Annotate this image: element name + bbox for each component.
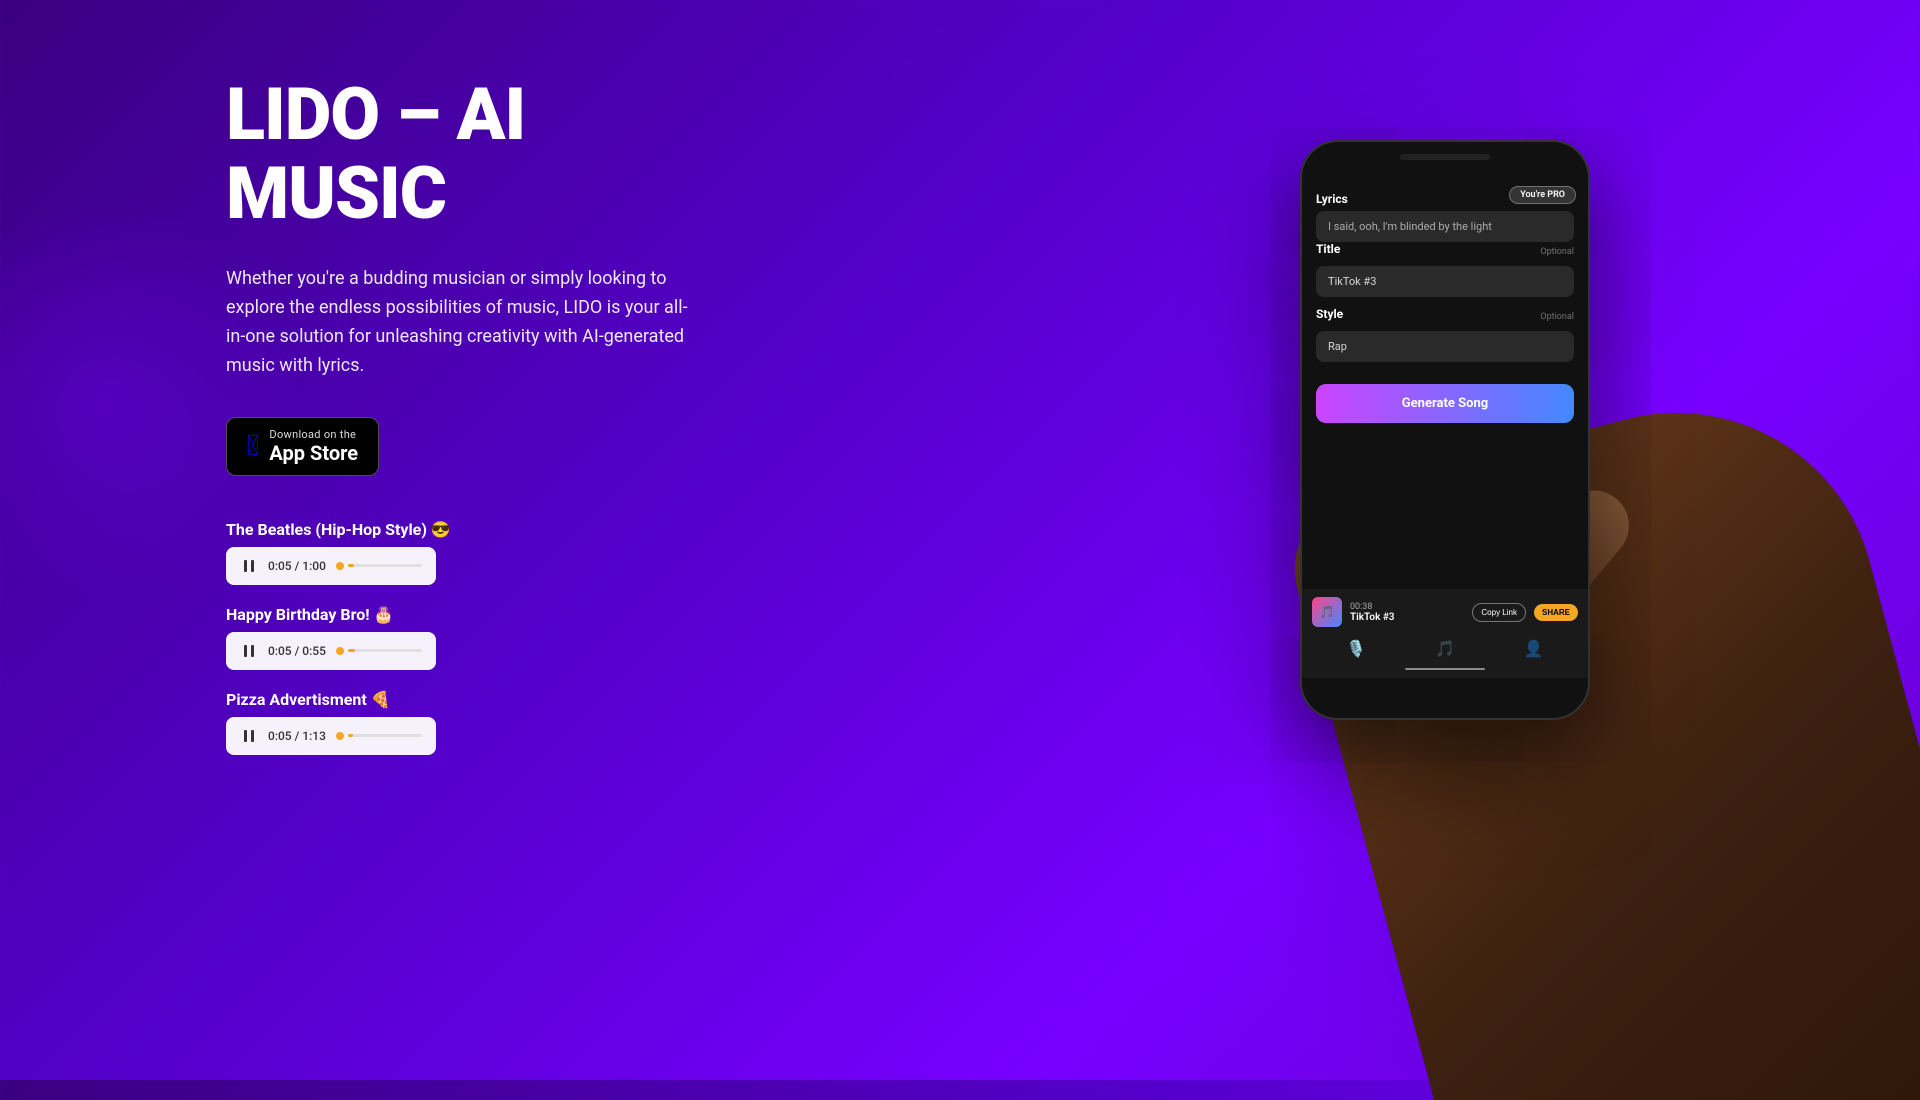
player-progress-1[interactable] [336,562,422,570]
player-dot-1 [336,562,344,570]
player-track-fill-3 [348,734,353,737]
app-store-download-text: Download on the [269,428,358,441]
app-store-button[interactable]:  Download on the App Store [226,417,379,476]
left-section: LIDO – AI MUSIC Whether you're a budding… [226,75,826,755]
player-bar-3[interactable]: 0:05 / 1:13 [226,717,436,755]
player-bar-1[interactable]: 0:05 / 1:00 [226,547,436,585]
phone-track-time: 00:38 [1350,602,1464,612]
track-item-1: The Beatles (Hip-Hop Style) 😎 0:05 / 1:0… [226,520,826,585]
title-label: Title [1316,242,1340,256]
phone-notch [1400,154,1490,160]
pause-icon-2[interactable] [240,642,258,660]
pause-icon-1[interactable] [240,557,258,575]
player-time-3: 0:05 / 1:13 [268,729,326,743]
phone-progress-line [1405,668,1485,670]
hero-title-line2: MUSIC [226,151,446,236]
player-track-fill-2 [348,649,355,652]
phone-track-name: TikTok #3 [1350,612,1464,623]
player-track-line-3 [348,734,422,737]
track-title-2: Happy Birthday Bro! 🎂 [226,605,826,624]
style-optional: Optional [1540,312,1574,322]
player-track-line-2 [348,649,422,652]
style-label: Style [1316,307,1343,321]
phone-track-info: 00:38 TikTok #3 [1350,602,1464,623]
phone-screen: You're PRO Lyrics I said, ooh, I'm blind… [1302,174,1588,718]
hero-title: LIDO – AI MUSIC [226,75,826,233]
hero-title-line1: LIDO – AI [226,72,525,157]
phone-mockup: You're PRO Lyrics I said, ooh, I'm blind… [1300,140,1590,720]
app-store-btn-text: Download on the App Store [269,428,358,465]
lyrics-input[interactable]: I said, ooh, I'm blinded by the light [1316,211,1574,242]
title-optional: Optional [1540,247,1574,257]
style-label-row: Style Optional [1316,307,1574,326]
player-progress-2[interactable] [336,647,422,655]
share-button[interactable]: SHARE [1534,604,1578,621]
pro-badge: You're PRO [1509,186,1576,204]
nav-profile-icon[interactable]: 👤 [1524,639,1544,658]
player-dot-3 [336,732,344,740]
phone-nav: 🎙️ 🎵 👤 [1312,635,1578,662]
app-store-name: App Store [269,441,358,465]
track-list: The Beatles (Hip-Hop Style) 😎 0:05 / 1:0… [226,520,826,755]
nav-home-icon[interactable]: 🎙️ [1346,639,1366,658]
player-track-line-1 [348,564,422,567]
copy-link-button[interactable]: Copy Link [1472,603,1526,622]
title-input[interactable]: TikTok #3 [1316,266,1574,297]
player-time-1: 0:05 / 1:00 [268,559,326,573]
phone-track-thumb: 🎵 [1312,597,1342,627]
player-track-fill-1 [348,564,354,567]
phone-now-playing: 🎵 00:38 TikTok #3 Copy Link SHARE [1312,597,1578,627]
phone-bottom-bar: 🎵 00:38 TikTok #3 Copy Link SHARE 🎙️ 🎵 [1302,589,1588,678]
player-time-2: 0:05 / 0:55 [268,644,326,658]
apple-icon:  [247,432,259,460]
track-item-3: Pizza Advertisment 🍕 0:05 / 1:13 [226,690,826,755]
generate-song-button[interactable]: Generate Song [1316,384,1574,423]
player-dot-2 [336,647,344,655]
track-title-3: Pizza Advertisment 🍕 [226,690,826,709]
nav-music-icon[interactable]: 🎵 [1435,639,1455,658]
track-title-1: The Beatles (Hip-Hop Style) 😎 [226,520,826,539]
pause-icon-3[interactable] [240,727,258,745]
player-bar-2[interactable]: 0:05 / 0:55 [226,632,436,670]
track-item-2: Happy Birthday Bro! 🎂 0:05 / 0:55 [226,605,826,670]
phone-inner: You're PRO Lyrics I said, ooh, I'm blind… [1302,142,1588,718]
style-input[interactable]: Rap [1316,331,1574,362]
player-progress-3[interactable] [336,732,422,740]
hero-description: Whether you're a budding musician or sim… [226,265,706,380]
title-label-row: Title Optional [1316,242,1574,261]
